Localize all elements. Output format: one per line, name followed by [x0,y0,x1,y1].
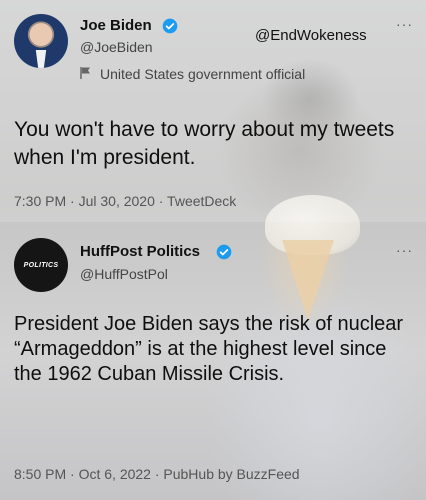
more-icon[interactable]: ··· [396,242,413,258]
tweet-card-biden: Joe Biden @JoeBiden @EndWokeness ··· Uni… [0,0,426,222]
tweet-meta[interactable]: 7:30 PM · Jul 30, 2020 · TweetDeck [14,193,236,209]
avatar[interactable]: POLITICS [14,238,68,292]
government-label: United States government official [100,66,306,82]
avatar-logo-text: POLITICS [23,261,59,269]
author-name[interactable]: HuffPost Politics [80,243,200,260]
more-icon[interactable]: ··· [396,16,413,32]
tweet-text: You won't have to worry about my tweets … [14,118,395,169]
verified-badge-icon [216,244,232,260]
tweet-meta[interactable]: 8:50 PM · Oct 6, 2022 · PubHub by BuzzFe… [14,466,300,482]
tweet-text: President Joe Biden says the risk of nuc… [14,313,404,385]
watermark-handle: @EndWokeness [255,27,367,44]
author-name[interactable]: Joe Biden [80,17,152,34]
verified-badge-icon [162,18,178,34]
flag-icon [80,67,90,79]
author-handle[interactable]: @HuffPostPol [80,266,168,282]
author-handle[interactable]: @JoeBiden [80,39,153,55]
avatar[interactable] [14,14,68,68]
